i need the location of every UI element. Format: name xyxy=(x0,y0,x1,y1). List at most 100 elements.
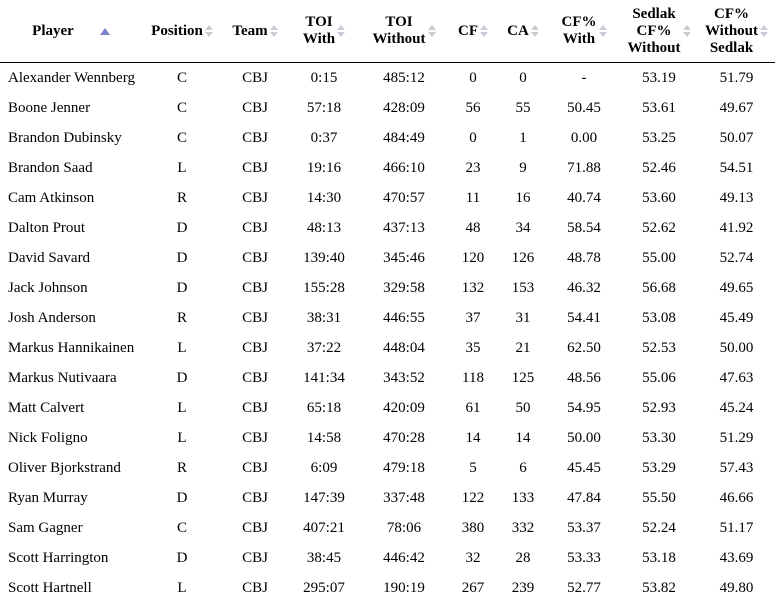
column-header-label: Team xyxy=(232,22,268,39)
cell-ca: 50 xyxy=(498,393,548,423)
column-header-toi_with[interactable]: TOI With xyxy=(288,0,360,63)
table-row[interactable]: Ryan Murray D CBJ 147:39 337:48 122 133 47.84 55… xyxy=(0,483,775,513)
table-row[interactable]: Scott Hartnell L CBJ 295:07 190:19 267 239 52.7… xyxy=(0,573,775,600)
sort-both-icon[interactable] xyxy=(204,25,213,37)
cell-position: L xyxy=(142,573,222,600)
cell-sedlak_cf_pct_without: 55.50 xyxy=(620,483,698,513)
table-row[interactable]: Markus Nutivaara D CBJ 141:34 343:52 118 125 48… xyxy=(0,363,775,393)
cell-toi_without: 446:55 xyxy=(360,303,448,333)
sort-both-icon[interactable] xyxy=(530,25,539,37)
cell-ca: 34 xyxy=(498,213,548,243)
cell-toi_with: 407:21 xyxy=(288,513,360,543)
cell-position: L xyxy=(142,153,222,183)
cell-toi_with: 6:09 xyxy=(288,453,360,483)
cell-position: C xyxy=(142,62,222,93)
column-header-toi_without[interactable]: TOI Without xyxy=(360,0,448,63)
cell-toi_without: 78:06 xyxy=(360,513,448,543)
table-row[interactable]: Oliver Bjorkstrand R CBJ 6:09 479:18 5 6 45.45 5… xyxy=(0,453,775,483)
cell-toi_without: 470:57 xyxy=(360,183,448,213)
cell-sedlak_cf_pct_without: 53.08 xyxy=(620,303,698,333)
cell-team: CBJ xyxy=(222,153,288,183)
cell-cf_pct_with: 48.56 xyxy=(548,363,620,393)
cell-cf_pct_without_sedlak: 54.51 xyxy=(698,153,775,183)
sort-both-icon[interactable] xyxy=(480,25,488,37)
cell-player: Matt Calvert xyxy=(0,393,142,423)
table-row[interactable]: Scott Harrington D CBJ 38:45 446:42 32 28 53.33… xyxy=(0,543,775,573)
table-row[interactable]: Dalton Prout D CBJ 48:13 437:13 48 34 58.54 52.6… xyxy=(0,213,775,243)
sort-ascending-icon[interactable] xyxy=(99,27,110,35)
cell-cf: 0 xyxy=(448,123,498,153)
cell-ca: 14 xyxy=(498,423,548,453)
table-row[interactable]: Cam Atkinson R CBJ 14:30 470:57 11 16 40.74 53.6… xyxy=(0,183,775,213)
table-row[interactable]: Josh Anderson R CBJ 38:31 446:55 37 31 54.41 53.… xyxy=(0,303,775,333)
cell-player: Markus Nutivaara xyxy=(0,363,142,393)
cell-cf_pct_with: 54.41 xyxy=(548,303,620,333)
stats-table-container: Player Position Team TOI With TOI Without CF CA C… xyxy=(0,0,775,600)
cell-ca: 1 xyxy=(498,123,548,153)
cell-toi_with: 14:30 xyxy=(288,183,360,213)
cell-player: Cam Atkinson xyxy=(0,183,142,213)
column-header-position[interactable]: Position xyxy=(142,0,222,63)
cell-cf_pct_without_sedlak: 45.24 xyxy=(698,393,775,423)
table-row[interactable]: Boone Jenner C CBJ 57:18 428:09 56 55 50.45 53.6… xyxy=(0,93,775,123)
cell-cf: 380 xyxy=(448,513,498,543)
cell-position: D xyxy=(142,483,222,513)
table-row[interactable]: Nick Foligno L CBJ 14:58 470:28 14 14 50.00 53.3… xyxy=(0,423,775,453)
table-row[interactable]: Jack Johnson D CBJ 155:28 329:58 132 153 46.32 5… xyxy=(0,273,775,303)
cell-toi_with: 38:45 xyxy=(288,543,360,573)
table-row[interactable]: Markus Hannikainen L CBJ 37:22 448:04 35 21 62.… xyxy=(0,333,775,363)
column-header-sedlak_cf_pct_without[interactable]: Sedlak CF% Without xyxy=(620,0,698,63)
sort-both-icon[interactable] xyxy=(682,25,691,37)
table-row[interactable]: Matt Calvert L CBJ 65:18 420:09 61 50 54.95 52.9… xyxy=(0,393,775,423)
cell-sedlak_cf_pct_without: 53.29 xyxy=(620,453,698,483)
cell-toi_with: 57:18 xyxy=(288,93,360,123)
cell-cf_pct_with: 40.74 xyxy=(548,183,620,213)
sort-both-icon[interactable] xyxy=(760,25,769,37)
column-header-team[interactable]: Team xyxy=(222,0,288,63)
cell-player: Brandon Saad xyxy=(0,153,142,183)
sort-both-icon[interactable] xyxy=(269,25,278,37)
cell-sedlak_cf_pct_without: 53.30 xyxy=(620,423,698,453)
table-row[interactable]: David Savard D CBJ 139:40 345:46 120 126 48.78 5… xyxy=(0,243,775,273)
cell-team: CBJ xyxy=(222,183,288,213)
cell-position: R xyxy=(142,183,222,213)
sort-both-icon[interactable] xyxy=(427,25,436,37)
column-header-player[interactable]: Player xyxy=(0,0,142,63)
table-header: Player Position Team TOI With TOI Without CF CA C… xyxy=(0,0,775,63)
table-row[interactable]: Brandon Saad L CBJ 19:16 466:10 23 9 71.88 52.46… xyxy=(0,153,775,183)
cell-toi_without: 485:12 xyxy=(360,62,448,93)
column-header-cf_pct_with[interactable]: CF% With xyxy=(548,0,620,63)
table-row[interactable]: Sam Gagner C CBJ 407:21 78:06 380 332 53.37 52.2… xyxy=(0,513,775,543)
cell-cf_pct_without_sedlak: 49.65 xyxy=(698,273,775,303)
table-row[interactable]: Brandon Dubinsky C CBJ 0:37 484:49 0 1 0.00 53.2… xyxy=(0,123,775,153)
cell-sedlak_cf_pct_without: 52.46 xyxy=(620,153,698,183)
cell-position: R xyxy=(142,453,222,483)
cell-team: CBJ xyxy=(222,123,288,153)
cell-toi_without: 337:48 xyxy=(360,483,448,513)
cell-cf_pct_with: 50.00 xyxy=(548,423,620,453)
cell-cf_pct_without_sedlak: 57.43 xyxy=(698,453,775,483)
column-header-ca[interactable]: CA xyxy=(498,0,548,63)
cell-player: Markus Hannikainen xyxy=(0,333,142,363)
cell-cf: 0 xyxy=(448,62,498,93)
sort-both-icon[interactable] xyxy=(337,25,346,37)
table-row[interactable]: Alexander Wennberg C CBJ 0:15 485:12 0 0-53.19… xyxy=(0,62,775,93)
column-header-cf_pct_without_sedlak[interactable]: CF% Without Sedlak xyxy=(698,0,775,63)
cell-cf_pct_with: 47.84 xyxy=(548,483,620,513)
cell-toi_without: 479:18 xyxy=(360,453,448,483)
column-header-cf[interactable]: CF xyxy=(448,0,498,63)
cell-player: Brandon Dubinsky xyxy=(0,123,142,153)
cell-toi_with: 48:13 xyxy=(288,213,360,243)
cell-toi_with: 147:39 xyxy=(288,483,360,513)
column-header-label: CF% With xyxy=(561,14,597,47)
cell-team: CBJ xyxy=(222,213,288,243)
cell-cf: 122 xyxy=(448,483,498,513)
cell-team: CBJ xyxy=(222,363,288,393)
cell-sedlak_cf_pct_without: 53.60 xyxy=(620,183,698,213)
cell-position: D xyxy=(142,213,222,243)
cell-toi_with: 141:34 xyxy=(288,363,360,393)
cell-position: D xyxy=(142,243,222,273)
sort-both-icon[interactable] xyxy=(598,25,607,37)
cell-toi_without: 484:49 xyxy=(360,123,448,153)
cell-team: CBJ xyxy=(222,333,288,363)
